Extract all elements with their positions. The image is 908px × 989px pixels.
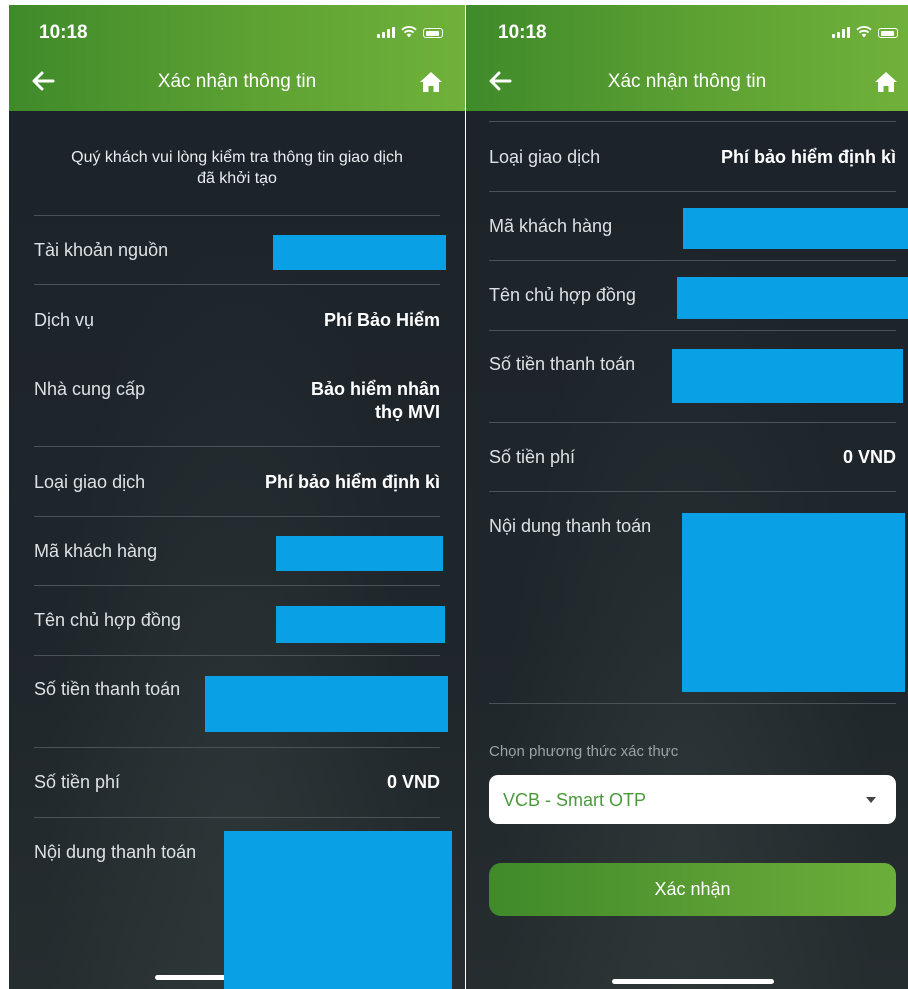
chevron-down-icon: [866, 797, 876, 803]
contract-holder-label: Tên chủ hợp đồng: [34, 610, 181, 630]
app-header: 10:18 Xác nhận thông tin: [9, 5, 465, 111]
redacted-source-account: [273, 235, 446, 270]
contract-holder-label: Tên chủ hợp đồng: [489, 285, 636, 305]
transaction-type-label: Loại giao dịch: [34, 472, 146, 492]
divider: [34, 516, 440, 517]
divider: [489, 330, 896, 331]
payment-amount-label: Số tiền thanh toán: [489, 354, 636, 374]
intro-text: Quý khách vui lòng kiểm tra thông tin gi…: [71, 149, 403, 187]
fee-amount-label: Số tiền phí: [489, 447, 576, 467]
provider-label: Nhà cung cấp: [34, 379, 146, 399]
divider: [34, 585, 440, 586]
redacted-payment-content: [682, 513, 905, 692]
confirmation-content: Loại giao dịch Phí bảo hiểm định kì Mã k…: [466, 111, 908, 989]
redacted-payment-amount: [672, 349, 903, 403]
divider: [34, 747, 440, 748]
confirm-screen-left: 10:18 Xác nhận thông tin Quý khách vui l…: [9, 5, 465, 989]
divider: [34, 655, 440, 656]
service-value: Phí Bảo Hiểm: [323, 310, 440, 330]
provider-value-line2: thọ MVI: [375, 402, 440, 422]
divider: [489, 422, 896, 423]
divider: [34, 446, 440, 447]
battery-icon: [423, 28, 443, 38]
divider: [34, 284, 440, 285]
transaction-type-value: Phí bảo hiểm định kì: [720, 147, 896, 167]
auth-method-select[interactable]: VCB - Smart OTP: [489, 775, 896, 824]
fee-amount-label: Số tiền phí: [34, 772, 121, 792]
divider: [489, 121, 896, 122]
confirmation-content: Quý khách vui lòng kiểm tra thông tin gi…: [9, 111, 465, 989]
status-icons: [377, 26, 443, 38]
provider-value-line1: Bảo hiểm nhân: [310, 379, 440, 399]
divider: [489, 260, 896, 261]
divider: [489, 703, 896, 704]
customer-code-label: Mã khách hàng: [34, 541, 158, 561]
status-time: 10:18: [498, 22, 547, 43]
auth-method-selected: VCB - Smart OTP: [503, 790, 647, 810]
payment-content-label: Nội dung thanh toán: [34, 842, 197, 862]
home-icon[interactable]: [874, 71, 898, 93]
signal-icon: [377, 27, 395, 38]
fee-amount-value: 0 VND: [842, 447, 896, 467]
home-indicator: [612, 979, 774, 984]
divider: [34, 215, 440, 216]
transaction-type-label: Loại giao dịch: [489, 147, 601, 167]
redacted-customer-code: [276, 536, 443, 571]
signal-icon: [832, 27, 850, 38]
auth-method-label: Chọn phương thức xác thực: [489, 743, 679, 760]
divider: [489, 191, 896, 192]
divider: [34, 817, 440, 818]
page-title: Xác nhận thông tin: [157, 71, 317, 92]
confirm-screen-right: 10:18 Xác nhận thông tin Loại giao dịch …: [466, 5, 908, 989]
home-indicator: [155, 975, 235, 980]
page-title: Xác nhận thông tin: [607, 71, 767, 92]
payment-content-label: Nội dung thanh toán: [489, 516, 652, 536]
status-time: 10:18: [39, 22, 88, 43]
customer-code-label: Mã khách hàng: [489, 216, 613, 236]
app-header: 10:18 Xác nhận thông tin: [466, 5, 908, 111]
confirm-button[interactable]: Xác nhận: [489, 863, 896, 916]
home-icon[interactable]: [419, 71, 443, 93]
transaction-type-value: Phí bảo hiểm định kì: [264, 472, 440, 492]
redacted-contract-holder: [677, 277, 908, 319]
redacted-customer-code: [683, 208, 908, 249]
service-label: Dịch vụ: [34, 310, 95, 330]
redacted-payment-content: [224, 831, 452, 989]
wifi-icon: [856, 26, 872, 38]
divider: [489, 491, 896, 492]
battery-icon: [878, 28, 898, 38]
source-account-label: Tài khoản nguồn: [34, 240, 169, 260]
redacted-payment-amount: [205, 676, 448, 732]
payment-amount-label: Số tiền thanh toán: [34, 679, 181, 699]
redacted-contract-holder: [276, 606, 445, 643]
wifi-icon: [401, 26, 417, 38]
fee-amount-value: 0 VND: [386, 772, 440, 792]
status-icons: [832, 26, 898, 38]
